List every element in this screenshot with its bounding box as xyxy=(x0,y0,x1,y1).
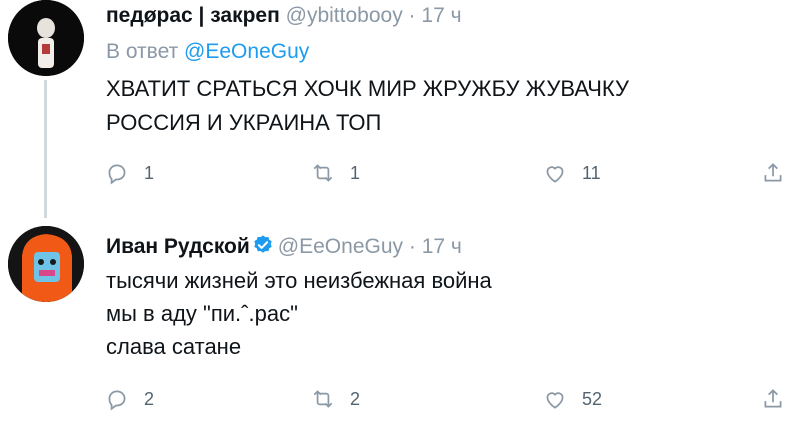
retweet-button[interactable]: 1 xyxy=(310,158,360,188)
retweet-count: 1 xyxy=(350,162,361,183)
display-name[interactable]: Иван Рудской xyxy=(106,235,250,258)
reply-to-line: В ответ @EeOneGuy xyxy=(106,40,309,64)
tweet-text-line: слава сатане xyxy=(106,334,242,359)
retweet-button[interactable]: 2 xyxy=(310,384,360,414)
share-icon xyxy=(764,389,782,408)
verified-badge-icon xyxy=(254,235,272,253)
user-handle[interactable]: @EeOneGuy xyxy=(278,235,403,258)
separator-dot: · xyxy=(408,4,416,27)
like-icon xyxy=(546,166,564,183)
timestamp[interactable]: 17 ч xyxy=(421,4,461,27)
share-button[interactable] xyxy=(760,158,786,188)
separator-dot: · xyxy=(408,235,416,258)
timestamp[interactable]: 17 ч xyxy=(422,235,462,258)
avatar[interactable] xyxy=(8,226,84,302)
tweet-header: педøрас | закреп @ybittobooy · 17 ч xyxy=(106,4,462,28)
reply-icon xyxy=(108,390,126,411)
tweet-header: Иван Рудской @EeOneGuy · 17 ч xyxy=(106,234,462,259)
reply-to-mention[interactable]: @EeOneGuy xyxy=(184,40,309,63)
tweet-text-line: мы в аду "пи.ˆ.рас" xyxy=(106,301,298,326)
reply-to-prefix: В ответ xyxy=(106,40,179,63)
reply-count: 1 xyxy=(144,162,155,183)
tweet[interactable]: педøрас | закреп @ybittobooy · 17 ч В от… xyxy=(0,0,799,218)
reply-icon xyxy=(108,164,126,185)
like-count: 52 xyxy=(582,388,603,409)
tweet-text-line: тысячи жизней это неизбежная война xyxy=(106,268,492,293)
user-handle[interactable]: @ybittobooy xyxy=(286,4,403,27)
share-button[interactable] xyxy=(760,384,786,414)
like-count: 11 xyxy=(582,162,601,183)
tweet-text-line: РОССИЯ И УКРАИНА ТОП xyxy=(106,110,382,135)
retweet-count: 2 xyxy=(350,388,361,409)
tweet-text-line: ХВАТИТ СРАТЬСЯ ХОЧК МИР ЖРУЖБУ ЖУВАЧКУ xyxy=(106,76,629,101)
like-button[interactable]: 11 xyxy=(542,158,601,188)
reply-button[interactable]: 1 xyxy=(104,158,154,188)
avatar[interactable] xyxy=(8,0,84,76)
thread-connector-line xyxy=(44,80,47,218)
reply-count: 2 xyxy=(144,388,155,409)
like-button[interactable]: 52 xyxy=(542,384,602,414)
tweet-actions: 1 1 11 xyxy=(0,158,799,188)
tweet[interactable]: Иван Рудской @EeOneGuy · 17 ч тысячи жиз… xyxy=(0,214,799,428)
tweet-actions: 2 2 52 xyxy=(0,384,799,414)
reply-button[interactable]: 2 xyxy=(104,384,154,414)
display-name[interactable]: педøрас | закреп xyxy=(106,4,280,27)
like-icon xyxy=(546,392,564,409)
retweet-icon xyxy=(313,164,333,182)
retweet-icon xyxy=(313,390,333,408)
share-icon xyxy=(764,163,782,182)
